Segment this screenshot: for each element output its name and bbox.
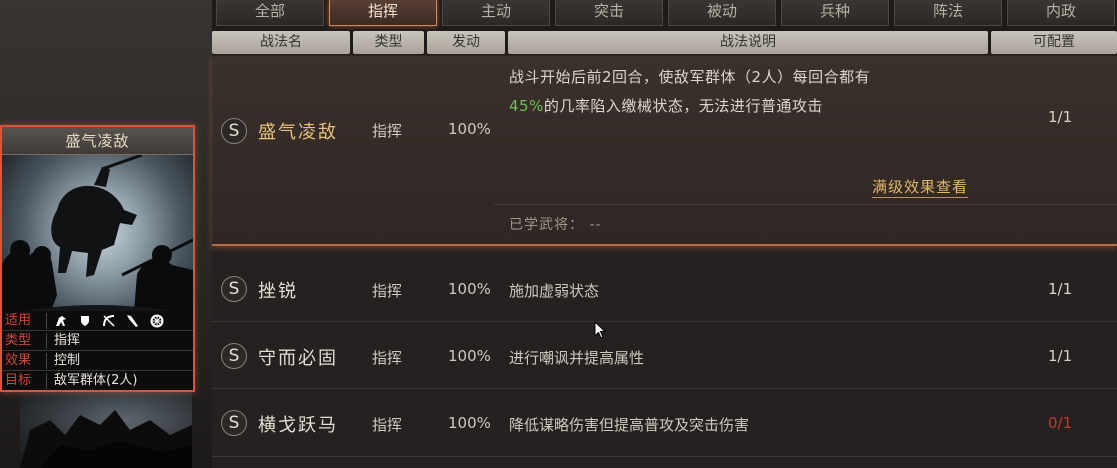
desc-highlight: 45% bbox=[509, 97, 544, 115]
column-header-rate[interactable]: 发动 bbox=[427, 31, 505, 54]
tab-all[interactable]: 全部 bbox=[216, 0, 324, 26]
learned-label: 已学武将： bbox=[509, 217, 584, 233]
tab-internal[interactable]: 内政 bbox=[1007, 0, 1115, 26]
skill-slot: 0/1 bbox=[1048, 414, 1073, 432]
tab-command[interactable]: 指挥 bbox=[329, 0, 437, 26]
tab-passive[interactable]: 被动 bbox=[668, 0, 776, 26]
skill-name: 守而必固 bbox=[258, 348, 338, 369]
card-row-usable: 适用 bbox=[2, 311, 193, 331]
tab-troop[interactable]: 兵种 bbox=[781, 0, 889, 26]
divider bbox=[46, 353, 47, 369]
card-row-key: 目标 bbox=[5, 373, 32, 388]
skill-rate: 100% bbox=[448, 347, 491, 365]
skill-row[interactable]: S 挫锐 指挥 100% 施加虚弱状态 1/1 bbox=[212, 256, 1117, 322]
skill-type: 指挥 bbox=[372, 416, 403, 434]
bow-icon bbox=[102, 314, 116, 328]
spear-icon bbox=[126, 314, 140, 328]
divider bbox=[46, 373, 47, 389]
skill-desc: 施加虚弱状态 bbox=[509, 282, 600, 300]
skill-rate: 100% bbox=[448, 280, 491, 298]
skill-desc: 降低谋略伤害但提高普攻及突击伤害 bbox=[509, 416, 750, 434]
category-tabs: 全部 指挥 主动 突击 被动 兵种 阵法 内政 bbox=[216, 0, 1117, 28]
divider bbox=[494, 204, 1117, 205]
skill-row[interactable]: S 横戈跃马 指挥 100% 降低谋略伤害但提高普攻及突击伤害 0/1 bbox=[212, 389, 1117, 457]
card-row-effect: 效果 控制 bbox=[2, 351, 193, 371]
grade-badge: S bbox=[221, 118, 247, 144]
divider bbox=[46, 313, 47, 329]
card-info-table: 适用 类型 指挥 效果 控制 目标 敌军群体(2人) bbox=[2, 311, 193, 390]
skill-row[interactable]: S 守而必固 指挥 100% 进行嘲讽并提高属性 1/1 bbox=[212, 322, 1117, 389]
skill-card: 盛气凌敌 适用 类型 指挥 效果 控制 目标 敌军群体(2人) bbox=[0, 125, 195, 392]
card-row-key: 适用 bbox=[5, 313, 32, 328]
card-row-key: 效果 bbox=[5, 353, 32, 368]
card-row-value: 控制 bbox=[54, 353, 81, 368]
skill-row-expanded[interactable]: S 盛气凌敌 指挥 100% 战斗开始后前2回合，使敌军群体（2人）每回合都有 … bbox=[212, 56, 1117, 246]
chariot-icon bbox=[150, 314, 164, 328]
full-effect-link[interactable]: 满级效果查看 bbox=[872, 176, 969, 198]
skill-name: 横戈跃马 bbox=[258, 415, 338, 436]
skill-name: 挫锐 bbox=[258, 281, 298, 302]
skill-slot: 1/1 bbox=[1048, 347, 1073, 365]
column-header-name[interactable]: 战法名 bbox=[212, 31, 350, 54]
grade-badge: S bbox=[221, 276, 247, 302]
divider bbox=[46, 333, 47, 349]
skill-type: 指挥 bbox=[372, 349, 403, 367]
skill-type: 指挥 bbox=[372, 122, 403, 140]
grade-badge: S bbox=[221, 343, 247, 369]
skill-slot: 1/1 bbox=[1048, 280, 1073, 298]
card-row-value: 敌军群体(2人) bbox=[54, 373, 138, 388]
card-row-type: 类型 指挥 bbox=[2, 331, 193, 351]
card-title: 盛气凌敌 bbox=[2, 127, 193, 155]
grade-badge: S bbox=[221, 410, 247, 436]
card-row-value: 指挥 bbox=[54, 333, 81, 348]
learned-value: -- bbox=[589, 217, 602, 233]
skill-slot: 1/1 bbox=[1048, 108, 1073, 126]
tab-assault[interactable]: 突击 bbox=[555, 0, 663, 26]
skill-desc-line1: 战斗开始后前2回合，使敌军群体（2人）每回合都有 bbox=[509, 68, 871, 86]
cavalry-icon bbox=[54, 314, 68, 328]
card-row-key: 类型 bbox=[5, 333, 32, 348]
skill-type: 指挥 bbox=[372, 282, 403, 300]
shield-icon bbox=[78, 314, 92, 328]
skill-rate: 100% bbox=[448, 414, 491, 432]
skill-desc: 进行嘲讽并提高属性 bbox=[509, 349, 645, 367]
column-header-slot[interactable]: 可配置 bbox=[991, 31, 1117, 54]
column-header-desc: 战法说明 bbox=[508, 31, 988, 54]
card-row-target: 目标 敌军群体(2人) bbox=[2, 371, 193, 390]
learned-generals: 已学武将： -- bbox=[509, 214, 602, 234]
general-portrait-art bbox=[20, 390, 192, 468]
skill-name: 盛气凌敌 bbox=[258, 122, 338, 143]
desc-text: 的几率陷入缴械状态，无法进行普通攻击 bbox=[543, 97, 823, 115]
skill-rate: 100% bbox=[448, 120, 491, 138]
mouse-cursor-icon bbox=[594, 321, 606, 339]
tab-formation[interactable]: 阵法 bbox=[894, 0, 1002, 26]
skill-desc-line2: 45%的几率陷入缴械状态，无法进行普通攻击 bbox=[509, 95, 823, 116]
card-illustration bbox=[2, 155, 193, 335]
tab-active[interactable]: 主动 bbox=[442, 0, 550, 26]
column-header-type[interactable]: 类型 bbox=[353, 31, 424, 54]
